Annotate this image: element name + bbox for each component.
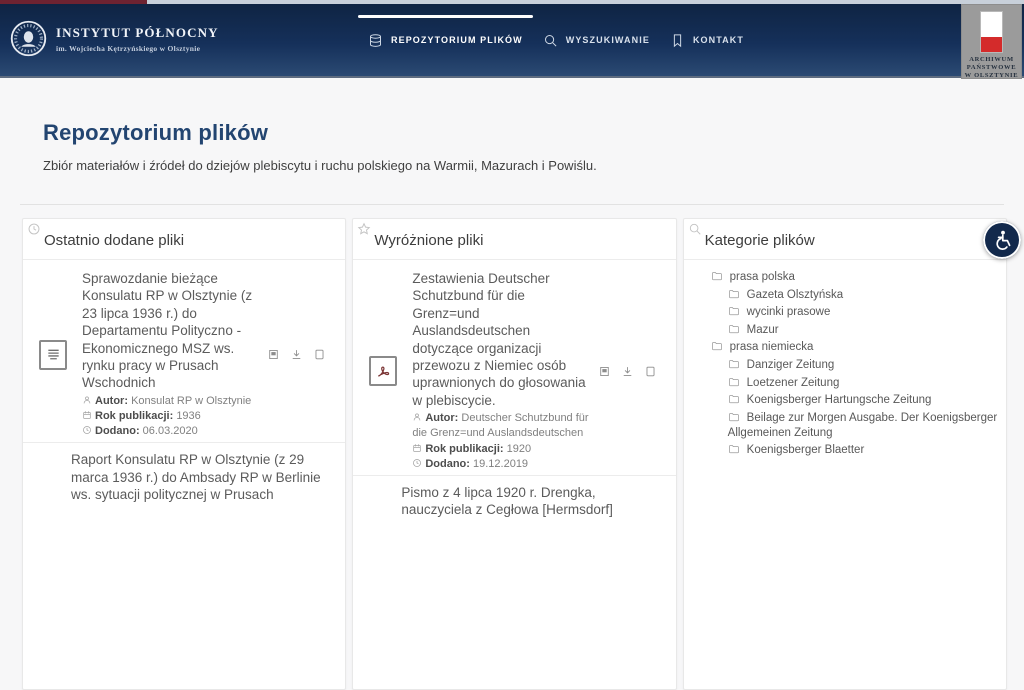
nav-item-kontakt[interactable]: KONTAKT <box>660 4 754 76</box>
main-content: Repozytorium plików Zbiór materiałów i ź… <box>0 120 1024 690</box>
meta-author: Autor: Konsulat RP w Olsztynie <box>82 394 263 409</box>
card-title: Ostatnio dodane pliki <box>44 232 185 249</box>
card-title: Kategorie plików <box>704 232 815 249</box>
folder-icon <box>728 289 739 298</box>
category-item[interactable]: Beilage zur Morgen Ausgabe. Der Koenigsb… <box>684 411 1006 441</box>
brand-title: INSTYTUT PÓŁNOCNY <box>56 24 219 40</box>
file-entry: Sprawozdanie bieżące Konsulatu RP w Olsz… <box>23 260 346 444</box>
file-title-link[interactable]: Sprawozdanie bieżące Konsulatu RP w Olsz… <box>82 270 263 392</box>
meta-year: Rok publikacji: 1936 <box>82 409 263 424</box>
category-item[interactable]: Gazeta Olsztyńska <box>684 288 1006 303</box>
clock-icon <box>83 426 91 435</box>
folder-icon <box>728 412 739 421</box>
folder-icon <box>728 377 739 386</box>
details-icon[interactable] <box>598 365 611 378</box>
cards-row: Ostatnio dodane pliki Sprawozdanie bieżą… <box>22 218 1007 690</box>
star-icon <box>357 222 371 236</box>
nav-item-wyszukiwanie[interactable]: WYSZUKIWANIE <box>533 4 660 76</box>
file-title-link[interactable]: Zestawienia Deutscher Schutzbund für die… <box>412 270 593 409</box>
folder-icon <box>728 307 739 316</box>
category-item[interactable]: Danziger Zeitung <box>684 358 1006 373</box>
file-entry: Pismo z 4 lipca 1920 r. Drengka, nauczyc… <box>353 476 675 549</box>
file-meta: Autor: Deutscher Schutzbund für die Gren… <box>412 411 593 472</box>
file-title-link[interactable]: Pismo z 4 lipca 1920 r. Drengka, nauczyc… <box>401 484 655 519</box>
folder-icon <box>711 342 722 351</box>
category-item[interactable]: Mazur <box>684 323 1006 338</box>
nav-item-repozytorium[interactable]: REPOZYTORIUM PLIKÓW <box>358 4 533 76</box>
card-header: Wyróżnione pliki <box>353 219 676 260</box>
calendar-icon <box>83 411 91 419</box>
bookmark-icon <box>673 33 682 47</box>
category-item[interactable]: wycinki prasowe <box>684 305 1006 320</box>
file-entry: Raport Konsulatu RP w Olsztynie (z 29 ma… <box>23 443 345 533</box>
file-actions <box>598 365 657 378</box>
category-item[interactable]: Koenigsberger Hartungsche Zeitung <box>684 393 1006 408</box>
card-header: Kategorie plików <box>683 219 1006 260</box>
navbar: INSTYTUT PÓŁNOCNY im. Wojciecha Kętrzyńs… <box>0 4 1024 79</box>
brand-home-link[interactable]: INSTYTUT PÓŁNOCNY im. Wojciecha Kętrzyńs… <box>10 20 219 57</box>
card-title: Wyróżnione pliki <box>374 232 484 249</box>
folder-icon <box>728 324 739 333</box>
folder-icon <box>728 395 739 404</box>
card-header: Ostatnio dodane pliki <box>23 219 346 260</box>
institute-seal-icon <box>10 20 47 57</box>
active-tab-indicator <box>358 15 533 18</box>
folder-icon <box>711 272 722 281</box>
nav-label: REPOZYTORIUM PLIKÓW <box>391 35 523 45</box>
category-tree: prasa polska Gazeta Olsztyńska wycinki p… <box>684 270 1006 458</box>
category-item[interactable]: Loetzener Zeitung <box>684 376 1006 391</box>
meta-added: Dodano: 19.12.2019 <box>412 457 593 472</box>
download-icon[interactable] <box>290 348 303 361</box>
category-item[interactable]: prasa niemiecka <box>684 340 1006 355</box>
clock-icon <box>413 458 422 467</box>
search-icon <box>688 222 702 236</box>
folder-icon <box>728 360 739 369</box>
category-item[interactable]: Koenigsberger Blaetter <box>684 443 1006 458</box>
search-icon <box>544 34 557 46</box>
pdf-file-icon <box>369 356 398 387</box>
clock-icon <box>27 222 41 236</box>
partner-line: W OLSZTYNIE <box>964 72 1019 79</box>
page-title: Repozytorium plików <box>43 120 269 145</box>
category-item[interactable]: prasa polska <box>684 270 1006 285</box>
partner-logo-archiwum[interactable]: ARCHIWUM PAŃSTWOWE W OLSZTYNIE <box>961 4 1022 79</box>
meta-added: Dodano: 06.03.2020 <box>82 424 263 439</box>
person-icon <box>414 413 421 421</box>
card-file-categories: Kategorie plików prasa polska Gazeta Ols… <box>682 218 1007 690</box>
person-icon <box>83 396 91 404</box>
nav-label: KONTAKT <box>692 35 744 45</box>
polish-flag-emblem-icon <box>980 11 1003 53</box>
main-nav: REPOZYTORIUM PLIKÓW WYSZUKIWANIE KONTAKT <box>358 4 754 76</box>
folder-icon <box>728 445 739 454</box>
select-checkbox-icon[interactable] <box>313 348 326 361</box>
meta-year: Rok publikacji: 1920 <box>412 442 593 457</box>
section-divider <box>20 204 1004 205</box>
accessibility-widget-button[interactable] <box>983 221 1021 259</box>
file-entry: Zestawienia Deutscher Schutzbund für die… <box>353 260 676 477</box>
database-icon <box>370 33 381 47</box>
nav-label: WYSZUKIWANIE <box>565 35 650 45</box>
file-title-link[interactable]: Raport Konsulatu RP w Olsztynie (z 29 ma… <box>71 451 325 503</box>
file-meta: Autor: Konsulat RP w Olsztynie Rok publi… <box>82 394 263 440</box>
card-recent-files: Ostatnio dodane pliki Sprawozdanie bieżą… <box>22 218 347 690</box>
page-subtitle: Zbiór materiałów i źródeł do dziejów ple… <box>43 158 597 173</box>
select-checkbox-icon[interactable] <box>644 365 657 378</box>
details-icon[interactable] <box>267 348 280 361</box>
document-icon <box>39 339 67 370</box>
calendar-icon <box>413 443 422 452</box>
wheelchair-icon <box>996 230 1011 250</box>
partner-line: ARCHIWUM <box>969 56 1014 63</box>
download-icon[interactable] <box>621 365 634 378</box>
partner-line: PAŃSTWOWE <box>966 64 1017 71</box>
file-actions <box>267 348 326 361</box>
brand-subtitle: im. Wojciecha Kętrzyńskiego w Olsztynie <box>56 43 201 53</box>
card-featured-files: Wyróżnione pliki Zestawienia Deutscher S… <box>352 218 677 690</box>
meta-author: Autor: Deutscher Schutzbund für die Gren… <box>412 412 589 440</box>
